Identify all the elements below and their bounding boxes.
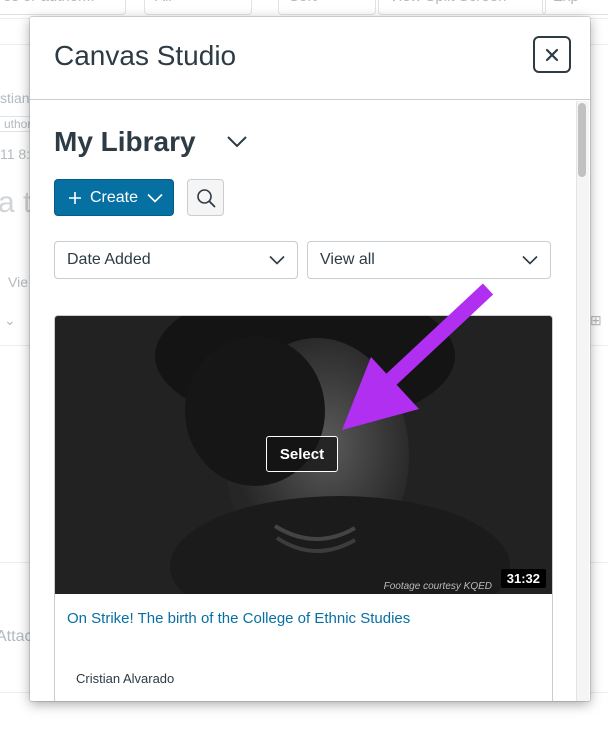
sort-select-value: Date Added bbox=[67, 251, 151, 268]
chevron-down-icon bbox=[269, 255, 285, 265]
close-button[interactable] bbox=[533, 36, 571, 73]
chevron-down-icon bbox=[147, 193, 163, 203]
library-title: My Library bbox=[54, 126, 196, 157]
library-header: My Library bbox=[54, 126, 248, 158]
close-icon bbox=[545, 48, 559, 61]
library-menu-button[interactable] bbox=[226, 135, 248, 154]
chevron-down-icon bbox=[522, 255, 538, 265]
canvas-studio-modal: Canvas Studio My Library Create Date Add… bbox=[30, 17, 590, 701]
search-button[interactable] bbox=[187, 179, 224, 216]
video-thumbnail[interactable]: Select Footage courtesy KQED 31:32 bbox=[55, 316, 552, 594]
sort-select[interactable]: Date Added bbox=[54, 241, 298, 279]
chevron-down-icon bbox=[226, 135, 247, 147]
duration-badge: 31:32 bbox=[500, 569, 546, 588]
create-label: Create bbox=[90, 188, 139, 206]
search-icon bbox=[196, 188, 215, 207]
media-card[interactable]: Select Footage courtesy KQED 31:32 On St… bbox=[54, 315, 553, 701]
media-title-link[interactable]: On Strike! The birth of the College of E… bbox=[67, 610, 410, 627]
modal-title: Canvas Studio bbox=[54, 40, 237, 71]
media-author: Cristian Alvarado bbox=[76, 671, 175, 686]
video-watermark: Footage courtesy KQED bbox=[383, 581, 492, 592]
create-button[interactable]: Create bbox=[54, 179, 174, 216]
select-media-button[interactable]: Select bbox=[266, 436, 338, 472]
modal-content: My Library Create Date Added View all Se… bbox=[30, 100, 590, 701]
view-filter-value: View all bbox=[320, 251, 375, 268]
view-filter-select[interactable]: View all bbox=[307, 241, 551, 279]
plus-icon bbox=[68, 191, 82, 205]
modal-header: Canvas Studio bbox=[30, 17, 590, 100]
